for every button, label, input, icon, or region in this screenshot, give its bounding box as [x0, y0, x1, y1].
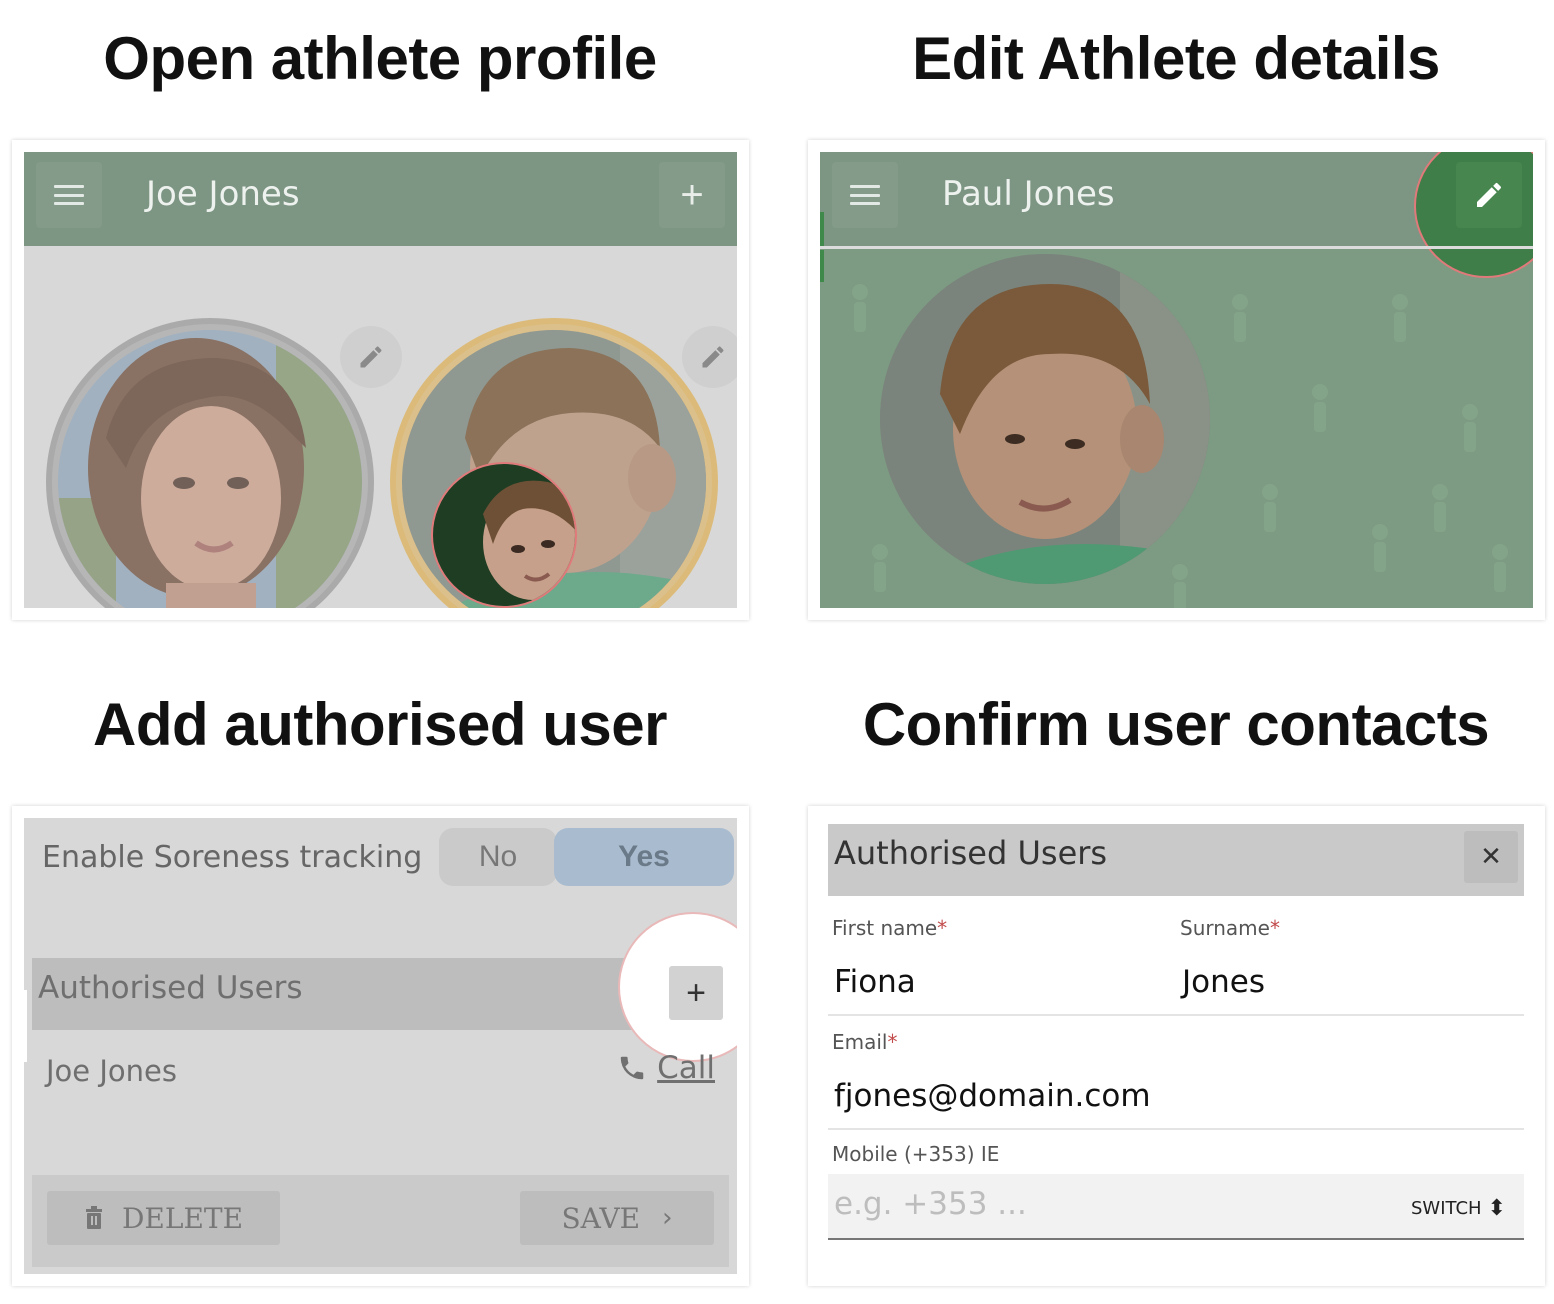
- settings-screen: Enable Soreness tracking No Yes Authoris…: [24, 818, 737, 1274]
- user-name: Joe Jones: [46, 1054, 177, 1088]
- pencil-icon: [360, 346, 382, 368]
- boy-thumbnail: [433, 464, 575, 606]
- pencil-icon: [1477, 182, 1502, 207]
- panel-edit-details: Paul Jones: [808, 140, 1545, 620]
- step-title-confirm-contacts: Confirm user contacts: [862, 691, 1490, 758]
- soreness-label: Enable Soreness tracking: [42, 840, 423, 875]
- athlete-avatar[interactable]: [880, 254, 1210, 584]
- app-bar-title: Paul Jones: [942, 174, 1115, 214]
- left-edge-line: [24, 990, 27, 1062]
- chevron-right-icon: ›: [662, 1203, 673, 1233]
- step-title-add-user: Add authorised user: [93, 691, 667, 758]
- panel-add-user: Enable Soreness tracking No Yes Authoris…: [12, 806, 749, 1286]
- switch-label: SWITCH: [1410, 1198, 1482, 1219]
- surname-label: Surname*: [1180, 916, 1280, 940]
- app-bar: Joe Jones +: [24, 152, 737, 246]
- add-user-button[interactable]: +: [669, 966, 723, 1020]
- dialog-header: Authorised Users ✕: [828, 824, 1524, 896]
- delete-label: DELETE: [121, 1201, 244, 1235]
- swap-vertical-icon: ⬍: [1487, 1196, 1506, 1221]
- add-athlete-button[interactable]: +: [659, 162, 725, 228]
- action-footer: DELETE SAVE ›: [32, 1175, 729, 1267]
- pencil-icon: [702, 346, 724, 368]
- first-name-field[interactable]: Fiona: [834, 964, 916, 1000]
- edit-athlete-button[interactable]: [1456, 162, 1522, 228]
- edit-highlight-divider: [1416, 246, 1533, 249]
- step-title-edit-details: Edit Athlete details: [912, 25, 1440, 92]
- plus-icon: +: [680, 172, 704, 217]
- avatar-woman[interactable]: [46, 318, 374, 608]
- toggle-yes[interactable]: Yes: [554, 828, 734, 886]
- mobile-label: Mobile (+353) IE: [832, 1142, 1000, 1166]
- profile-screen: Joe Jones +: [24, 152, 737, 608]
- mobile-placeholder: e.g. +353 ...: [834, 1186, 1027, 1222]
- tap-highlight: [431, 462, 577, 608]
- delete-button[interactable]: DELETE: [47, 1191, 280, 1245]
- panel-confirm-contacts: Authorised Users ✕ First name* Fiona Sur…: [808, 806, 1545, 1286]
- woman-photo: [52, 324, 368, 608]
- app-bar-title: Joe Jones: [146, 174, 300, 214]
- close-button[interactable]: ✕: [1464, 831, 1518, 883]
- authorised-users-title: Authorised Users: [38, 970, 303, 1006]
- edit-screen: Paul Jones: [820, 152, 1533, 608]
- hamburger-icon[interactable]: [36, 162, 102, 228]
- phone-icon: [620, 1056, 644, 1080]
- edit-woman-button[interactable]: [340, 326, 402, 388]
- dialog-title: Authorised Users: [834, 834, 1108, 872]
- left-edge-marker-2: [820, 250, 824, 282]
- save-button[interactable]: SAVE ›: [520, 1191, 714, 1245]
- first-name-label: First name*: [832, 916, 948, 940]
- name-divider: [828, 1014, 1524, 1016]
- close-icon: ✕: [1480, 842, 1502, 872]
- surname-field[interactable]: Jones: [1182, 964, 1265, 1000]
- hamburger-icon[interactable]: [832, 162, 898, 228]
- step-title-open-profile: Open athlete profile: [103, 25, 657, 92]
- call-label: Call: [657, 1050, 715, 1086]
- email-field[interactable]: fjones@domain.com: [834, 1078, 1151, 1114]
- plus-icon: +: [686, 973, 706, 1012]
- dialog-screen: Authorised Users ✕ First name* Fiona Sur…: [820, 818, 1533, 1274]
- call-link[interactable]: Call: [617, 1050, 715, 1086]
- trash-icon: [85, 1206, 102, 1229]
- save-label: SAVE: [561, 1201, 641, 1235]
- edit-boy-button[interactable]: [682, 326, 737, 388]
- email-label: Email*: [832, 1030, 898, 1054]
- toggle-no[interactable]: No: [439, 828, 557, 886]
- panel-open-profile: Joe Jones +: [12, 140, 749, 620]
- athlete-photo: [880, 254, 1210, 584]
- mobile-field[interactable]: e.g. +353 ... SWITCH ⬍: [828, 1174, 1524, 1240]
- left-edge-marker: [820, 212, 824, 246]
- switch-button[interactable]: SWITCH ⬍: [1411, 1196, 1506, 1221]
- email-divider: [828, 1128, 1524, 1130]
